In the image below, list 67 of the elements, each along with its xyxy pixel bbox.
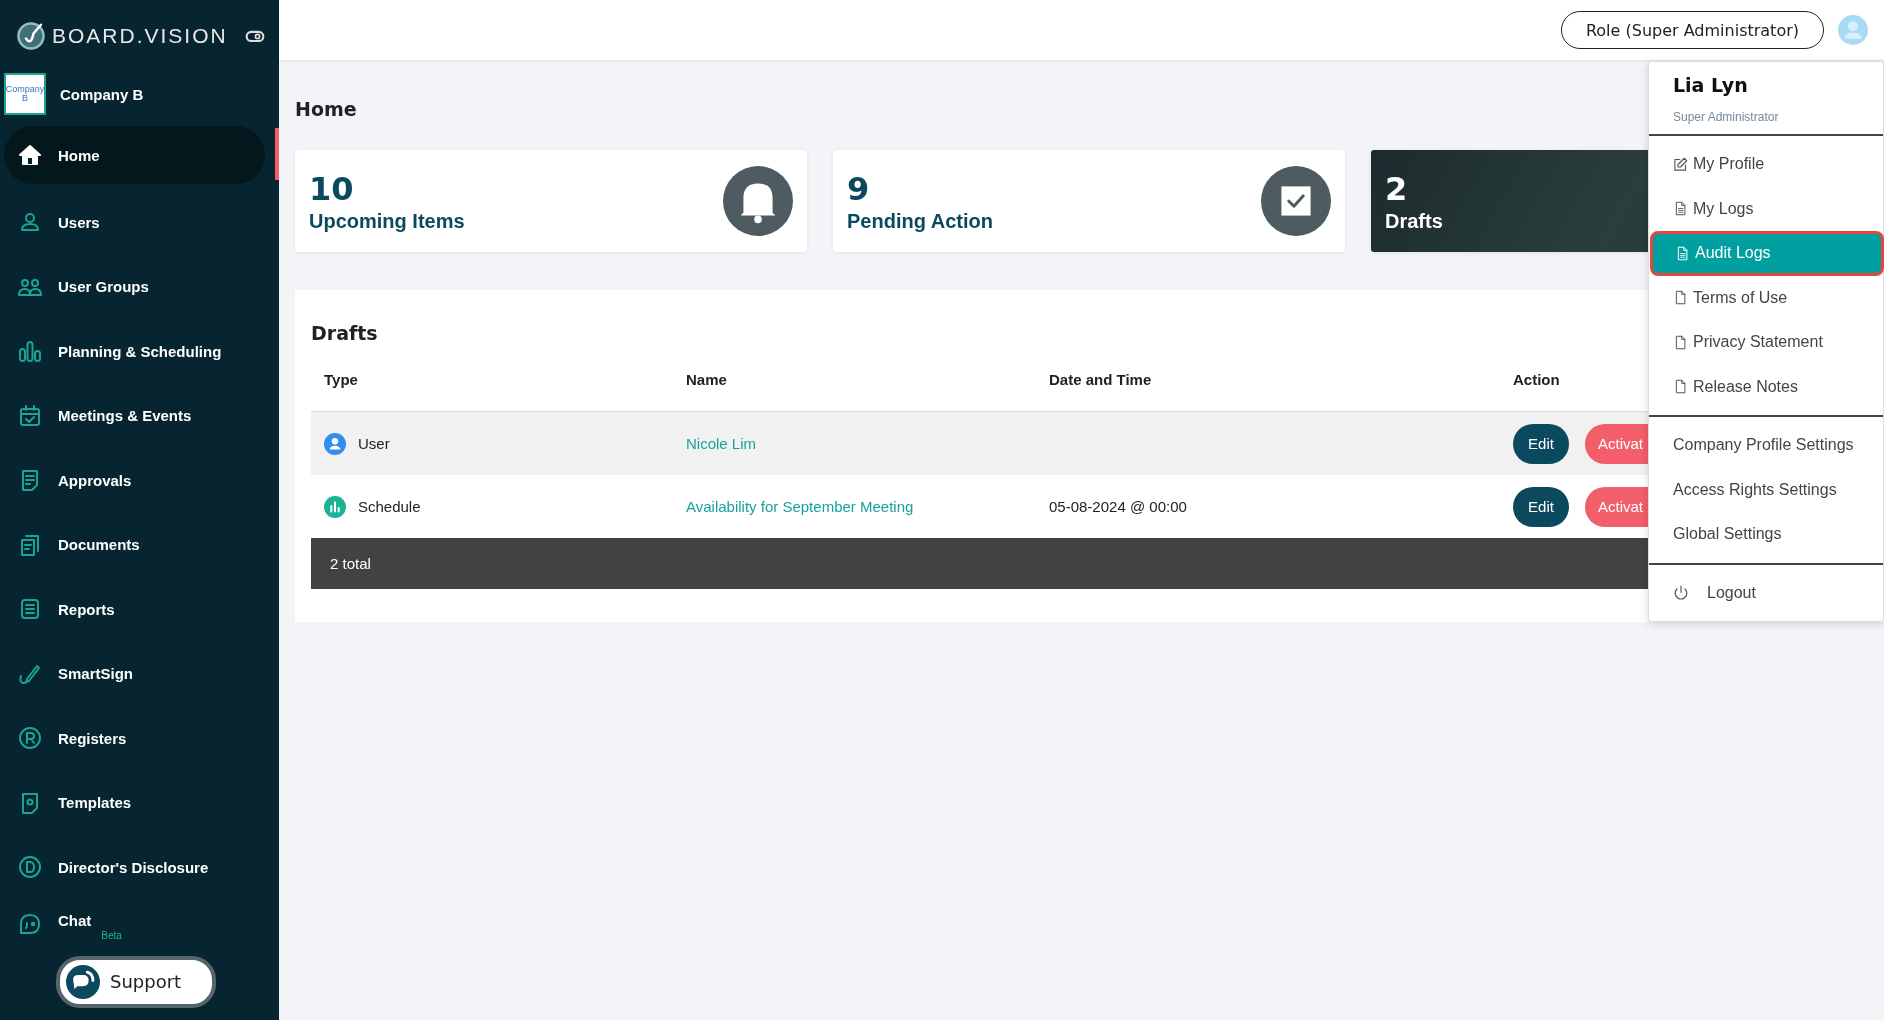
page-icon bbox=[1673, 334, 1688, 350]
nav-item[interactable]: Director's Disclosure bbox=[0, 835, 279, 900]
document-icon bbox=[1673, 201, 1688, 217]
support-button[interactable]: Support bbox=[56, 955, 216, 1008]
stat-label: Drafts bbox=[1385, 209, 1443, 233]
company-logo: Company B bbox=[4, 73, 46, 115]
nav-item[interactable]: Chat Beta bbox=[0, 899, 279, 956]
registered-icon bbox=[18, 726, 42, 751]
nav-item[interactable]: Reports bbox=[0, 577, 279, 642]
bell-icon bbox=[723, 166, 793, 236]
avatar-icon[interactable] bbox=[1838, 15, 1868, 45]
scroll-thumb[interactable] bbox=[275, 128, 279, 180]
document-icon bbox=[1675, 245, 1690, 261]
stat-card[interactable]: 10 Upcoming Items bbox=[295, 150, 807, 252]
stat-label: Pending Action bbox=[847, 209, 993, 233]
role-button[interactable]: Role (Super Administrator) bbox=[1560, 11, 1824, 49]
user-name: Lia Lyn bbox=[1673, 74, 1749, 96]
power-icon bbox=[1673, 584, 1689, 601]
nav-item[interactable]: Templates bbox=[0, 770, 279, 835]
nav-item[interactable]: Documents bbox=[0, 512, 279, 577]
user-icon bbox=[324, 432, 346, 455]
company-name: Company B bbox=[60, 85, 144, 103]
documents-icon bbox=[18, 532, 42, 557]
list-icon bbox=[18, 597, 42, 622]
column-header: Action bbox=[1513, 371, 1560, 388]
checkbox-icon bbox=[1261, 166, 1331, 236]
table-cell-text: 05-08-2024 @ 00:00 bbox=[1048, 498, 1187, 515]
nav-item[interactable]: Home bbox=[4, 126, 265, 184]
bar-chart-icon bbox=[18, 339, 42, 364]
page-title: Home bbox=[295, 98, 357, 120]
nav-item[interactable]: Planning & Scheduling bbox=[0, 319, 279, 384]
table-cell: User bbox=[358, 435, 390, 452]
nav-item[interactable]: Approvals bbox=[0, 448, 279, 513]
home-icon bbox=[18, 143, 42, 167]
beta-label: Beta bbox=[101, 929, 122, 941]
chat-bubble-icon bbox=[66, 964, 100, 999]
page-icon bbox=[1673, 379, 1688, 395]
menu-item[interactable]: Privacy Statement bbox=[1649, 320, 1883, 365]
menu-item[interactable]: My Logs bbox=[1649, 186, 1883, 231]
nav-item[interactable]: SmartSign bbox=[0, 641, 279, 706]
page-icon bbox=[1673, 290, 1688, 306]
column-header: Type bbox=[324, 371, 358, 388]
column-header: Name bbox=[686, 371, 727, 388]
menu-item[interactable]: Terms of Use bbox=[1649, 275, 1883, 320]
logo-icon bbox=[16, 21, 46, 51]
table-cell: Schedule bbox=[358, 498, 421, 515]
stat-label: Upcoming Items bbox=[309, 209, 465, 233]
edit-button[interactable]: Edit bbox=[1513, 423, 1569, 464]
chat-icon bbox=[18, 911, 42, 936]
nav-item[interactable]: Registers bbox=[0, 706, 279, 771]
stat-count: 10 bbox=[309, 169, 354, 208]
panel-title: Drafts bbox=[311, 321, 378, 346]
nav-item[interactable]: Meetings & Events bbox=[0, 383, 279, 448]
column-header: Date and Time bbox=[1049, 371, 1152, 388]
nav-item[interactable]: User Groups bbox=[0, 254, 279, 319]
stat-count: 9 bbox=[847, 169, 870, 208]
menu-item[interactable]: Release Notes bbox=[1649, 364, 1883, 409]
user-role: Super Administrator bbox=[1673, 110, 1780, 124]
stat-card[interactable]: 9 Pending Action bbox=[833, 150, 1345, 252]
brand-name: BOARD.VISION bbox=[52, 24, 229, 48]
edit-button[interactable]: Edit bbox=[1513, 486, 1569, 527]
calendar-icon bbox=[18, 403, 42, 428]
stat-count: 2 bbox=[1385, 169, 1408, 208]
nav-item[interactable]: Users bbox=[0, 190, 279, 255]
bar-chart-icon bbox=[324, 495, 346, 518]
edit-icon bbox=[1673, 156, 1688, 172]
letter-d-icon bbox=[18, 855, 42, 880]
